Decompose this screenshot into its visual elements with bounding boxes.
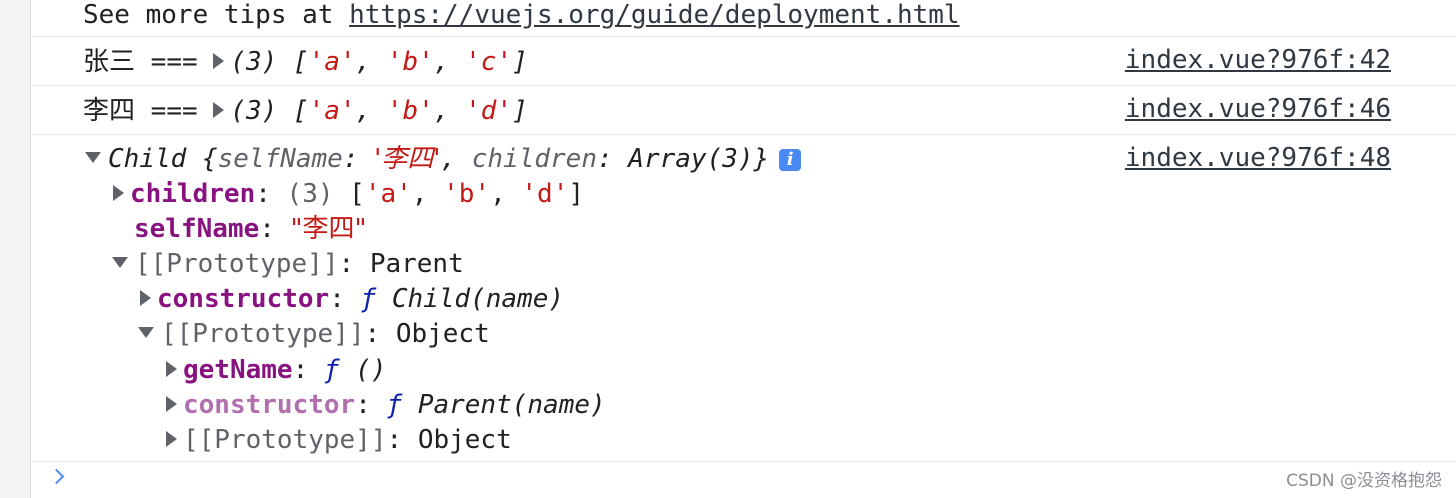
expand-arrow-icon[interactable] [113, 185, 124, 201]
expand-arrow-icon[interactable] [213, 102, 225, 118]
function-marker: ƒ [323, 355, 340, 385]
function-marker: ƒ [360, 284, 377, 314]
property-value: Object [417, 425, 512, 455]
expand-arrow-icon[interactable] [213, 53, 225, 69]
info-icon[interactable]: i [779, 149, 802, 171]
tip-text: See more tips at https://vuejs.org/guide… [83, 0, 960, 30]
array-count: (3) [286, 179, 334, 209]
log2-item: 'b' [386, 96, 434, 126]
array-item: 'd' [521, 179, 569, 209]
log3-source-link[interactable]: index.vue?976f:48 [1125, 143, 1391, 173]
tree-row-prototype-parent[interactable]: [[Prototype]]: Parent [112, 247, 464, 281]
property-value: Parent [369, 249, 464, 279]
tip-prefix: See more tips at [83, 0, 350, 30]
tree-row-selfname: selfName: "李四" [134, 214, 367, 244]
property-key: [[Prototype]] [161, 319, 365, 349]
property-key: [[Prototype]] [183, 425, 387, 455]
tree-row-prototype-object[interactable]: [[Prototype]]: Object [138, 317, 490, 351]
console-message-log3: index.vue?976f:48 Child {selfName: '李四',… [31, 135, 1456, 462]
log2-item: 'a' [308, 96, 356, 126]
object-summary[interactable]: Child {selfName: '李四', children: Array(3… [85, 142, 802, 176]
property-value: Object [395, 319, 490, 349]
console-panel: See more tips at https://vuejs.org/guide… [31, 0, 1456, 498]
property-value: Parent(name) [417, 390, 606, 420]
expand-arrow-icon[interactable] [140, 290, 151, 306]
expand-arrow-icon[interactable] [166, 396, 177, 412]
property-key: selfName [134, 214, 260, 244]
property-value: () [355, 355, 387, 385]
summary-value: '李四' [374, 144, 441, 174]
expand-arrow-icon[interactable] [166, 431, 177, 447]
log2-message: 李四 === (3) ['a', 'b', 'd'] [83, 96, 528, 126]
collapse-arrow-icon[interactable] [85, 152, 101, 163]
watermark: CSDN @没资格抱怨 [1286, 471, 1442, 491]
summary-key: selfName [217, 144, 343, 174]
console-message-tip: See more tips at https://vuejs.org/guide… [31, 0, 1456, 37]
tip-link[interactable]: https://vuejs.org/guide/deployment.html [349, 0, 959, 30]
tree-row-constructor-child[interactable]: constructor: ƒ Child(name) [140, 282, 564, 316]
property-key: [[Prototype]] [135, 249, 339, 279]
property-key: children [130, 179, 256, 209]
log1-message: 张三 === (3) ['a', 'b', 'c'] [83, 47, 528, 77]
expand-arrow-icon[interactable] [166, 361, 177, 377]
property-value: "李四" [290, 214, 367, 244]
log1-label: 张三 [83, 47, 136, 77]
collapse-arrow-icon[interactable] [138, 327, 154, 338]
property-value: Child(name) [391, 284, 564, 314]
log1-source-link[interactable]: index.vue?976f:42 [1125, 45, 1391, 75]
console-message-log2: 李四 === (3) ['a', 'b', 'd'] index.vue?976… [31, 86, 1456, 135]
tree-row-prototype-object-2[interactable]: [[Prototype]]: Object [166, 423, 512, 457]
summary-value: Array(3) [628, 144, 754, 174]
tree-row-constructor-parent[interactable]: constructor: ƒ Parent(name) [166, 388, 606, 422]
tree-row-getname[interactable]: getName: ƒ () [166, 353, 387, 387]
log2-source-link[interactable]: index.vue?976f:46 [1125, 94, 1391, 124]
log2-count[interactable]: (3) [230, 96, 277, 126]
log2-item: 'd' [465, 96, 513, 126]
log1-item: 'b' [386, 47, 434, 77]
log1-item: 'a' [308, 47, 356, 77]
log1-count[interactable]: (3) [230, 47, 277, 77]
summary-key: children [471, 144, 597, 174]
function-marker: ƒ [386, 390, 403, 420]
property-key: constructor [183, 390, 356, 420]
log2-op: === [150, 96, 198, 126]
collapse-arrow-icon[interactable] [112, 257, 128, 268]
console-gutter [0, 0, 31, 498]
log1-item: 'c' [465, 47, 513, 77]
tree-row-children[interactable]: children: (3) ['a', 'b', 'd'] [113, 177, 584, 211]
property-key: constructor [157, 284, 330, 314]
property-key: getName [183, 355, 293, 385]
class-name: Child [108, 144, 187, 174]
array-item: 'a' [364, 179, 412, 209]
array-item: 'b' [443, 179, 491, 209]
log1-op: === [150, 47, 198, 77]
console-message-log1: 张三 === (3) ['a', 'b', 'c'] index.vue?976… [31, 37, 1456, 86]
log2-label: 李四 [83, 96, 136, 126]
